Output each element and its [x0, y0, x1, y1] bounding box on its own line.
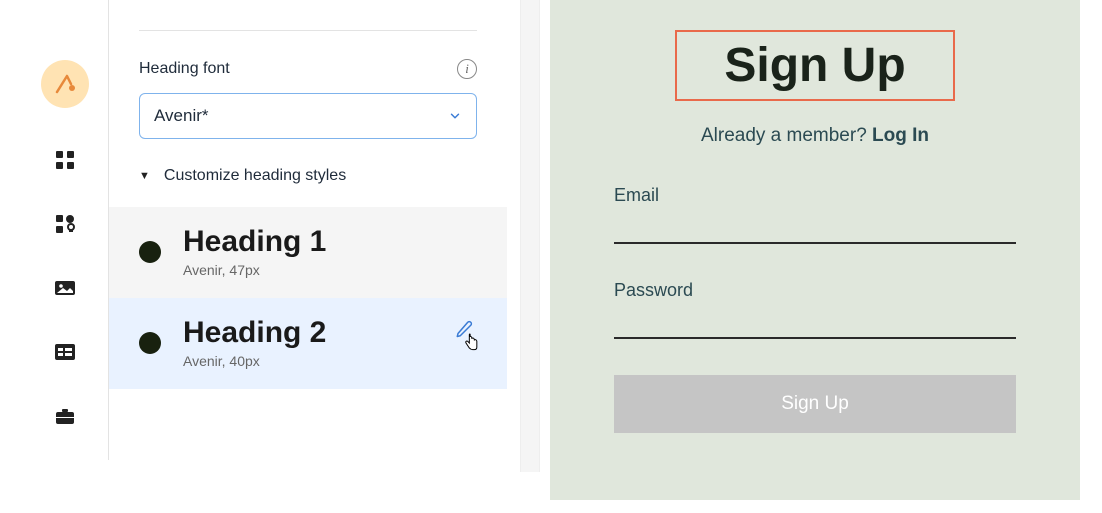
- email-field[interactable]: [614, 208, 1016, 244]
- chevron-down-icon: [448, 109, 462, 123]
- heading-sub: Avenir, 40px: [183, 353, 326, 369]
- member-text: Already a member?: [701, 125, 872, 146]
- briefcase-icon[interactable]: [53, 404, 77, 428]
- panel-top-rule: [139, 30, 477, 31]
- color-swatch: [139, 241, 161, 263]
- icon-rail: [40, 60, 90, 428]
- table-icon[interactable]: [53, 340, 77, 364]
- customize-heading-styles-toggle[interactable]: ▼ Customize heading styles: [139, 167, 477, 185]
- login-link[interactable]: Log In: [872, 125, 929, 146]
- info-icon[interactable]: i: [457, 59, 477, 79]
- color-swatch: [139, 332, 161, 354]
- preview-gutter: [520, 0, 540, 472]
- heading-font-label: Heading font: [139, 60, 230, 78]
- select-value: Avenir*: [154, 106, 209, 126]
- email-label: Email: [614, 185, 1016, 206]
- signup-title: Sign Up: [681, 38, 949, 93]
- heading-sub: Avenir, 47px: [183, 262, 326, 278]
- typography-panel: Heading font i Avenir* ▼ Customize headi…: [109, 0, 507, 389]
- signup-button[interactable]: Sign Up: [614, 375, 1016, 433]
- customize-label: Customize heading styles: [164, 167, 346, 185]
- password-label: Password: [614, 280, 1016, 301]
- member-row: Already a member? Log In: [614, 125, 1016, 147]
- cursor-hand-icon: [461, 332, 481, 354]
- signup-title-highlight: Sign Up: [675, 30, 955, 101]
- heading-style-h1[interactable]: Heading 1 Avenir, 47px: [109, 207, 507, 298]
- heading-title: Heading 2: [183, 316, 326, 349]
- plugin-icon[interactable]: [53, 212, 77, 236]
- grid-icon[interactable]: [53, 148, 77, 172]
- signup-preview: Sign Up Already a member? Log In Email P…: [550, 0, 1080, 500]
- heading-title: Heading 1: [183, 225, 326, 258]
- password-field[interactable]: [614, 303, 1016, 339]
- heading-font-select[interactable]: Avenir*: [139, 93, 477, 139]
- heading-style-h2[interactable]: Heading 2 Avenir, 40px: [109, 298, 507, 389]
- theme-avatar-icon[interactable]: [41, 60, 89, 108]
- image-icon[interactable]: [53, 276, 77, 300]
- triangle-down-icon: ▼: [139, 170, 150, 182]
